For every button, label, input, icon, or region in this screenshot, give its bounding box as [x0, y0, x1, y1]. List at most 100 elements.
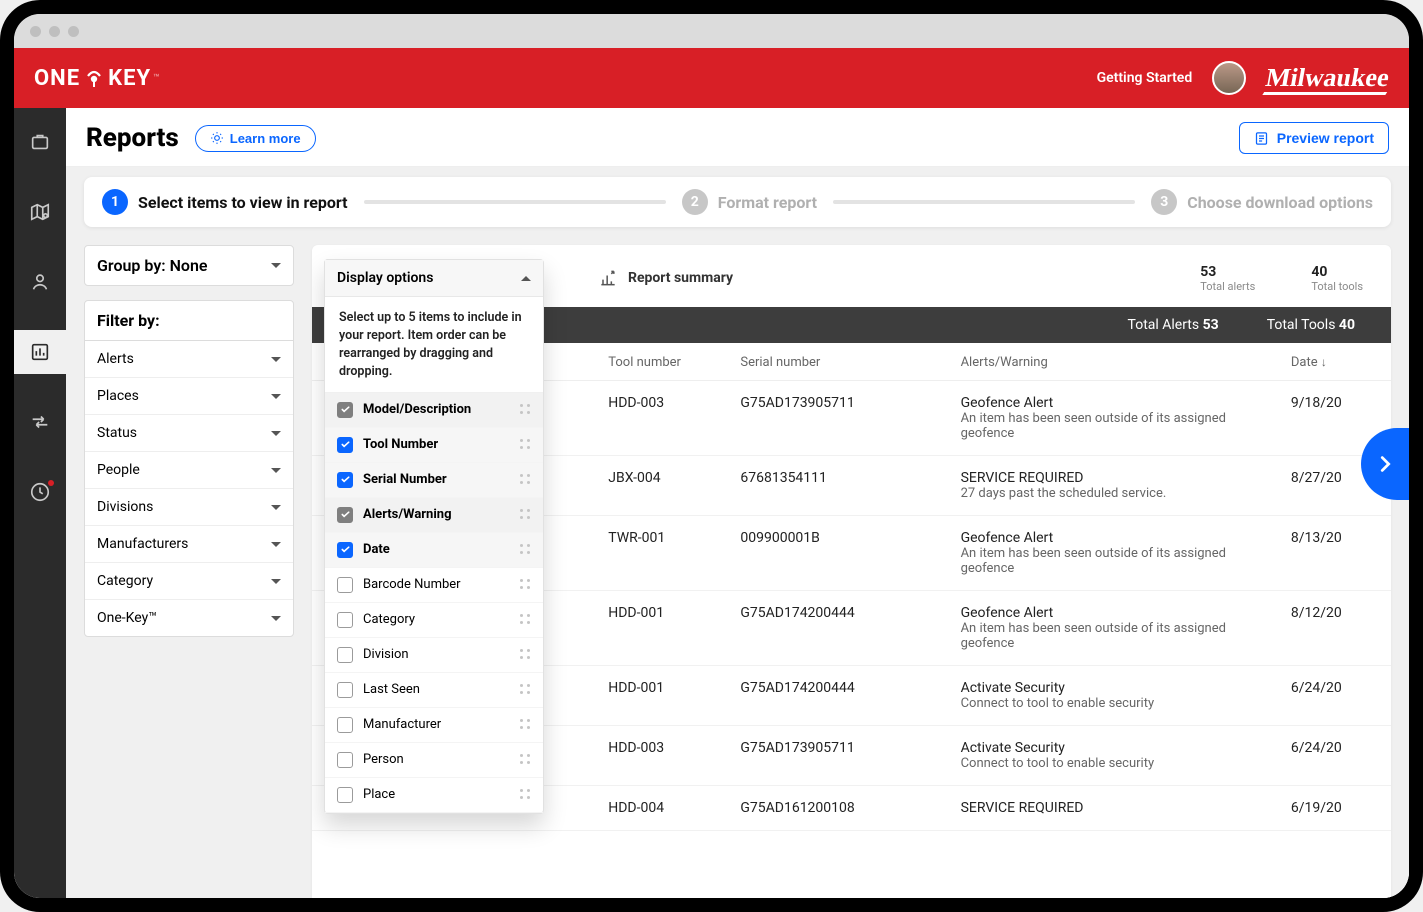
- display-option-item[interactable]: Division: [325, 638, 543, 673]
- device-frame: ONE KEY ™ Getting Started: [0, 0, 1423, 912]
- th-tool[interactable]: Tool number: [598, 343, 730, 381]
- stat-alerts-num: 53: [1200, 264, 1255, 280]
- learn-more-button[interactable]: Learn more: [195, 125, 316, 152]
- drag-handle-icon[interactable]: [520, 614, 531, 625]
- nav-transfer[interactable]: [14, 400, 66, 444]
- milwaukee-logo: Milwaukee: [1264, 63, 1392, 93]
- filter-item[interactable]: People: [85, 452, 293, 489]
- device-screen: ONE KEY ™ Getting Started: [14, 14, 1409, 898]
- chevron-right-icon: [1374, 453, 1396, 475]
- display-option-item[interactable]: Tool Number: [325, 428, 543, 463]
- cell-tool: HDD-001: [598, 666, 730, 726]
- drag-handle-icon[interactable]: [520, 439, 531, 450]
- key-icon: [82, 66, 106, 90]
- display-option-item[interactable]: Model/Description: [325, 393, 543, 428]
- browser-chrome: [14, 14, 1409, 48]
- checkbox-icon: [337, 717, 353, 733]
- th-date[interactable]: Date ↓: [1281, 343, 1391, 381]
- filter-item-label: Places: [97, 388, 139, 404]
- checkbox-icon: [337, 647, 353, 663]
- display-option-item[interactable]: Category: [325, 603, 543, 638]
- step-2[interactable]: 2 Format report: [682, 189, 817, 215]
- display-option-item[interactable]: Date: [325, 533, 543, 568]
- drag-handle-icon[interactable]: [520, 544, 531, 555]
- checkbox-icon: [337, 542, 353, 558]
- step-3[interactable]: 3 Choose download options: [1151, 189, 1373, 215]
- stat-tools-label: Total tools: [1311, 280, 1363, 293]
- drag-handle-icon[interactable]: [520, 719, 531, 730]
- drag-handle-icon[interactable]: [520, 474, 531, 485]
- display-option-item[interactable]: Manufacturer: [325, 708, 543, 743]
- drag-handle-icon[interactable]: [520, 404, 531, 415]
- cell-tool: HDD-001: [598, 591, 730, 666]
- filter-item-label: Status: [97, 425, 137, 441]
- cell-alerts: Activate Security Connect to tool to ena…: [951, 726, 1281, 786]
- display-option-label: Date: [363, 542, 510, 557]
- display-option-item[interactable]: Place: [325, 778, 543, 813]
- drag-handle-icon[interactable]: [520, 509, 531, 520]
- stat-alerts: 53 Total alerts: [1200, 264, 1255, 293]
- filters-column: Group by: None Filter by: Alerts Places St…: [84, 245, 294, 898]
- report-panel: Display options Display options: [312, 245, 1391, 898]
- drag-handle-icon[interactable]: [520, 649, 531, 660]
- display-option-label: Person: [363, 752, 510, 767]
- cell-tool: HDD-003: [598, 381, 730, 456]
- display-option-item[interactable]: Barcode Number: [325, 568, 543, 603]
- stats: 53 Total alerts 40 Total tools: [1200, 264, 1373, 293]
- filter-item[interactable]: Places: [85, 378, 293, 415]
- checkbox-icon: [337, 577, 353, 593]
- display-option-item[interactable]: Last Seen: [325, 673, 543, 708]
- filter-by-panel: Filter by: Alerts Places Status PeopleDivis…: [84, 300, 294, 637]
- display-option-item[interactable]: Serial Number: [325, 463, 543, 498]
- chart-icon: [598, 268, 618, 288]
- getting-started-link[interactable]: Getting Started: [1097, 70, 1193, 86]
- filter-item[interactable]: Alerts: [85, 341, 293, 378]
- checkbox-icon: [337, 437, 353, 453]
- filter-item[interactable]: One-Key™: [85, 600, 293, 636]
- cell-tool: HDD-004: [598, 786, 730, 831]
- filter-item[interactable]: Category: [85, 563, 293, 600]
- filter-item-label: One-Key™: [97, 610, 157, 626]
- cell-alerts: Geofence Alert An item has been seen out…: [951, 516, 1281, 591]
- filter-item[interactable]: Divisions: [85, 489, 293, 526]
- cell-serial: G75AD174200444: [730, 666, 950, 726]
- cell-date: 8/12/20: [1281, 591, 1391, 666]
- drag-handle-icon[interactable]: [520, 789, 531, 800]
- nav-alerts[interactable]: [14, 470, 66, 514]
- group-by-dropdown[interactable]: Group by: None: [84, 245, 294, 286]
- nav-reports[interactable]: [14, 330, 66, 374]
- nav-places[interactable]: [14, 190, 66, 234]
- display-option-item[interactable]: Alerts/Warning: [325, 498, 543, 533]
- checkbox-icon: [337, 752, 353, 768]
- preview-report-button[interactable]: Preview report: [1239, 122, 1389, 154]
- display-options-dropdown-header[interactable]: Display options: [325, 260, 543, 297]
- cell-tool: JBX-004: [598, 456, 730, 516]
- nav-people[interactable]: [14, 260, 66, 304]
- th-serial[interactable]: Serial number: [730, 343, 950, 381]
- checkbox-icon: [337, 507, 353, 523]
- drag-handle-icon[interactable]: [520, 579, 531, 590]
- filter-by-header: Filter by:: [85, 301, 293, 341]
- step-1[interactable]: 1 Select items to view in report: [102, 189, 348, 215]
- cell-serial: G75AD173905711: [730, 381, 950, 456]
- cell-tool: HDD-003: [598, 726, 730, 786]
- drag-handle-icon[interactable]: [520, 684, 531, 695]
- report-summary-label: Report summary: [628, 270, 733, 286]
- user-avatar[interactable]: [1212, 61, 1246, 95]
- display-option-label: Category: [363, 612, 510, 627]
- step-2-num: 2: [682, 189, 708, 215]
- th-alerts[interactable]: Alerts/Warning: [951, 343, 1281, 381]
- page-header: Reports Learn more Preview report: [66, 108, 1409, 167]
- nav-tools[interactable]: [14, 120, 66, 164]
- steps-wrapper: 1 Select items to view in report 2 Forma…: [66, 167, 1409, 245]
- filter-item[interactable]: Manufacturers: [85, 526, 293, 563]
- display-option-label: Serial Number: [363, 472, 510, 487]
- checkbox-icon: [337, 682, 353, 698]
- content-area: Group by: None Filter by: Alerts Places St…: [66, 245, 1409, 898]
- checkbox-icon: [337, 472, 353, 488]
- chevron-down-icon: [271, 357, 281, 362]
- filter-item[interactable]: Status: [85, 415, 293, 452]
- drag-handle-icon[interactable]: [520, 754, 531, 765]
- chrome-dot: [30, 26, 41, 37]
- display-option-item[interactable]: Person: [325, 743, 543, 778]
